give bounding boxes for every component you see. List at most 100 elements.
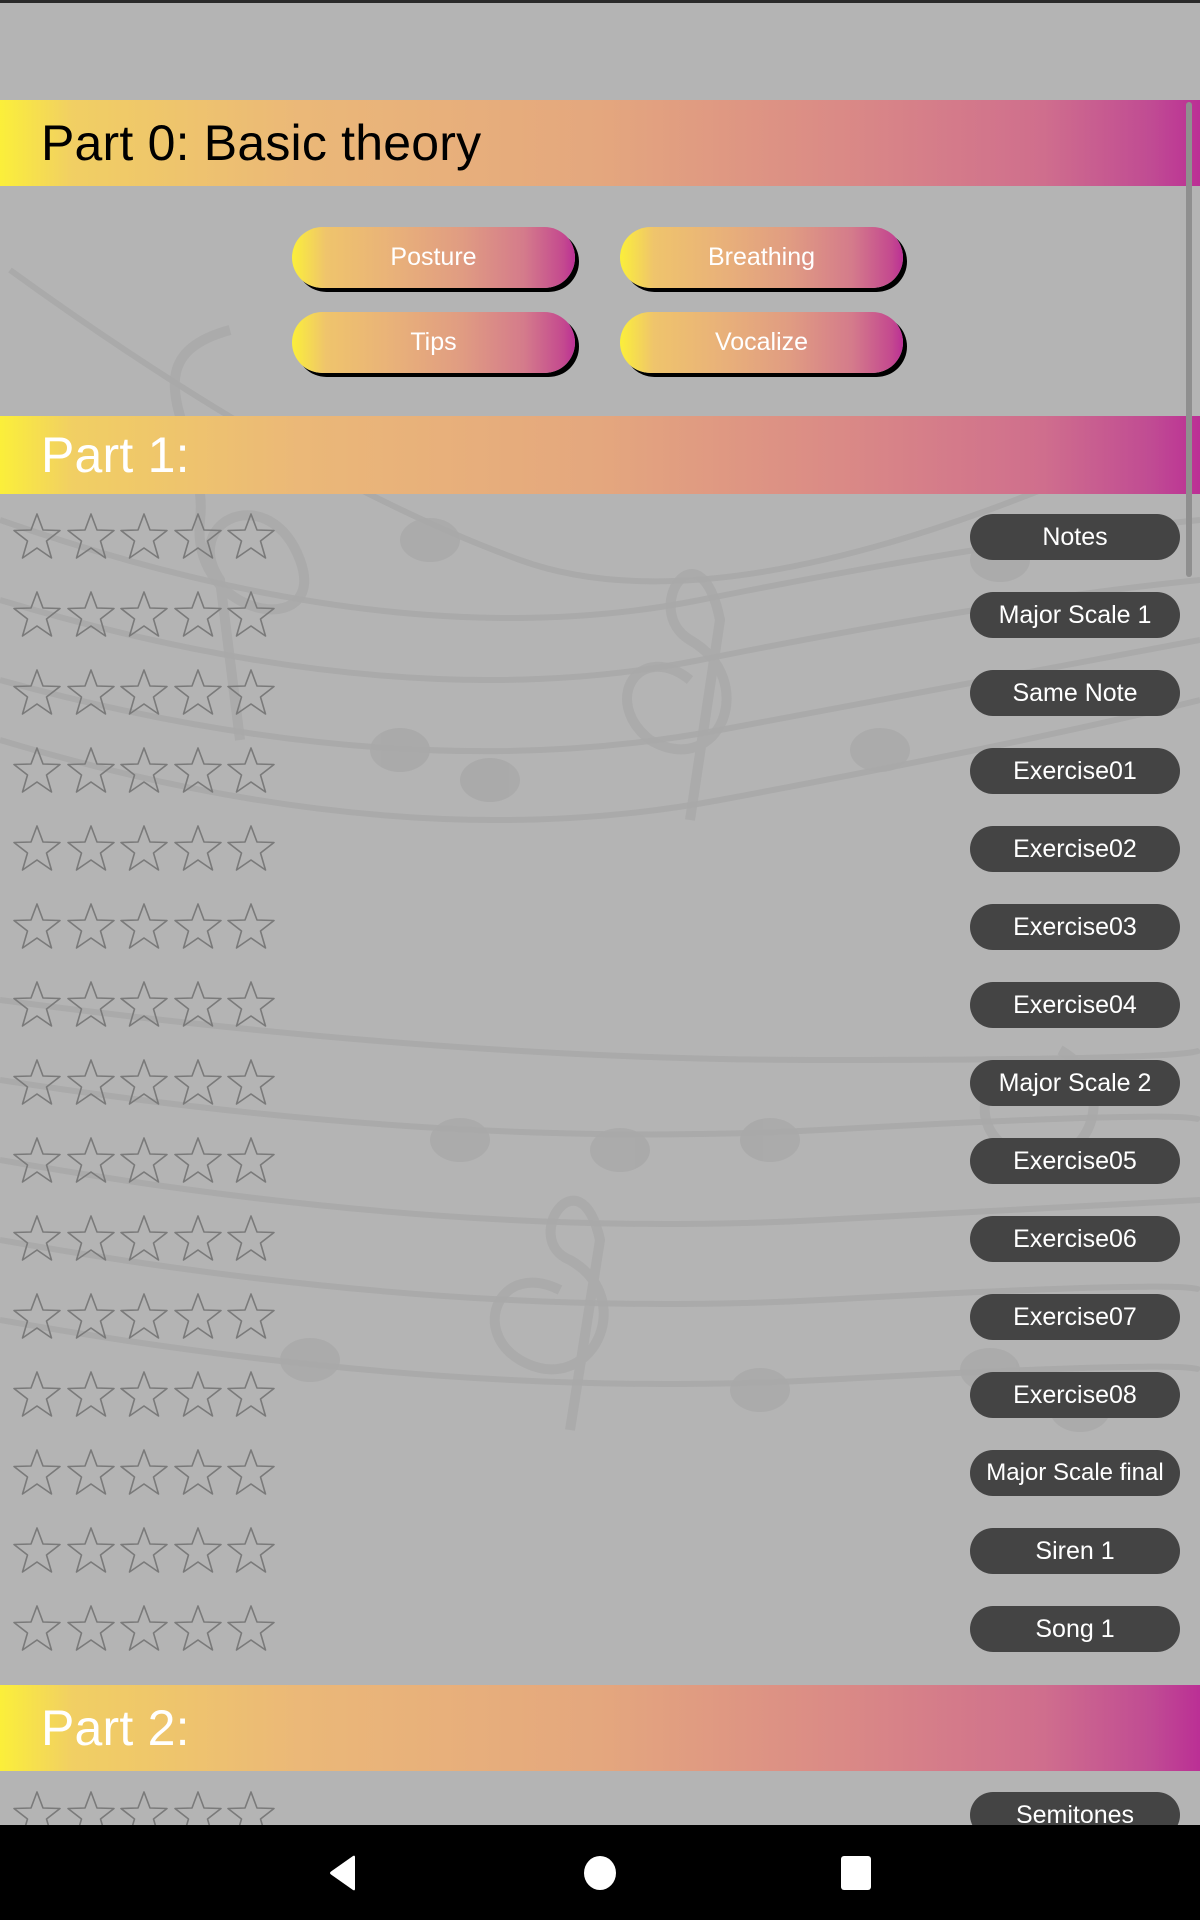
star-rating (12, 667, 280, 717)
star-outline-icon (12, 979, 62, 1029)
star-outline-icon (119, 1291, 169, 1341)
lesson-button[interactable]: Exercise07 (970, 1294, 1180, 1340)
lesson-button[interactable]: Exercise06 (970, 1216, 1180, 1262)
star-outline-icon (173, 823, 223, 873)
lesson-row: Exercise04 (0, 966, 1200, 1044)
nav-back-button[interactable] (313, 1845, 373, 1901)
star-outline-icon (226, 745, 276, 795)
lesson-row: Exercise08 (0, 1356, 1200, 1434)
lesson-row: Exercise03 (0, 888, 1200, 966)
star-outline-icon (12, 745, 62, 795)
tips-button[interactable]: Tips (292, 312, 575, 373)
scrollbar-thumb[interactable] (1186, 102, 1192, 577)
star-outline-icon (12, 1447, 62, 1497)
star-outline-icon (173, 901, 223, 951)
star-outline-icon (226, 1135, 276, 1185)
star-rating (12, 1369, 280, 1419)
star-outline-icon (12, 1603, 62, 1653)
star-outline-icon (12, 1369, 62, 1419)
star-outline-icon (66, 901, 116, 951)
lesson-button[interactable]: Exercise01 (970, 748, 1180, 794)
lesson-row: Exercise05 (0, 1122, 1200, 1200)
star-outline-icon (66, 1525, 116, 1575)
star-outline-icon (12, 1213, 62, 1263)
star-outline-icon (119, 979, 169, 1029)
star-rating (12, 745, 280, 795)
section-title: Part 1: (41, 427, 190, 483)
star-outline-icon (226, 589, 276, 639)
section-title: Part 0: Basic theory (41, 115, 482, 171)
lesson-button[interactable]: Major Scale 1 (970, 592, 1180, 638)
star-outline-icon (119, 1525, 169, 1575)
vocalize-button[interactable]: Vocalize (620, 312, 903, 373)
star-rating (12, 1135, 280, 1185)
star-outline-icon (226, 1525, 276, 1575)
star-outline-icon (119, 1447, 169, 1497)
star-outline-icon (66, 511, 116, 561)
star-outline-icon (226, 1447, 276, 1497)
star-outline-icon (173, 1135, 223, 1185)
star-outline-icon (119, 823, 169, 873)
star-rating (12, 1603, 280, 1653)
lesson-row: Notes (0, 498, 1200, 576)
star-rating (12, 589, 280, 639)
lesson-button[interactable]: Exercise04 (970, 982, 1180, 1028)
section-header-part0: Part 0: Basic theory (0, 100, 1200, 186)
star-outline-icon (12, 1525, 62, 1575)
lesson-row: Exercise07 (0, 1278, 1200, 1356)
lesson-button[interactable]: Major Scale final (970, 1450, 1180, 1496)
star-outline-icon (66, 823, 116, 873)
star-outline-icon (119, 511, 169, 561)
section-title: Part 2: (41, 1700, 190, 1756)
recents-square-icon (841, 1856, 871, 1890)
star-outline-icon (226, 823, 276, 873)
star-rating (12, 823, 280, 873)
lesson-button[interactable]: Notes (970, 514, 1180, 560)
lesson-button[interactable]: Major Scale 2 (970, 1060, 1180, 1106)
lesson-row: Exercise01 (0, 732, 1200, 810)
star-outline-icon (226, 1369, 276, 1419)
lesson-button[interactable]: Exercise08 (970, 1372, 1180, 1418)
star-outline-icon (173, 667, 223, 717)
star-rating (12, 1291, 280, 1341)
star-outline-icon (226, 1057, 276, 1107)
star-outline-icon (66, 1291, 116, 1341)
lesson-button[interactable]: Same Note (970, 670, 1180, 716)
lesson-row: Song 1 (0, 1590, 1200, 1668)
home-circle-icon (584, 1856, 616, 1890)
lesson-button[interactable]: Song 1 (970, 1606, 1180, 1652)
breathing-button[interactable]: Breathing (620, 227, 903, 288)
star-outline-icon (173, 745, 223, 795)
star-outline-icon (226, 901, 276, 951)
star-outline-icon (173, 1291, 223, 1341)
star-outline-icon (226, 979, 276, 1029)
star-outline-icon (12, 667, 62, 717)
lesson-row: Same Note (0, 654, 1200, 732)
nav-recents-button[interactable] (826, 1845, 886, 1901)
lesson-button[interactable]: Exercise02 (970, 826, 1180, 872)
star-outline-icon (173, 1369, 223, 1419)
status-bar (0, 0, 1200, 3)
star-outline-icon (119, 1135, 169, 1185)
star-outline-icon (12, 1291, 62, 1341)
star-outline-icon (66, 1213, 116, 1263)
star-outline-icon (226, 511, 276, 561)
lesson-row: Major Scale 2 (0, 1044, 1200, 1122)
star-rating (12, 1525, 280, 1575)
star-outline-icon (173, 979, 223, 1029)
star-outline-icon (119, 745, 169, 795)
star-outline-icon (119, 901, 169, 951)
star-rating (12, 1447, 280, 1497)
star-outline-icon (12, 1135, 62, 1185)
lesson-button[interactable]: Exercise03 (970, 904, 1180, 950)
posture-button[interactable]: Posture (292, 227, 575, 288)
star-outline-icon (173, 589, 223, 639)
star-outline-icon (119, 1603, 169, 1653)
star-outline-icon (226, 1213, 276, 1263)
lesson-button[interactable]: Exercise05 (970, 1138, 1180, 1184)
star-outline-icon (173, 511, 223, 561)
star-outline-icon (173, 1057, 223, 1107)
star-outline-icon (66, 1369, 116, 1419)
nav-home-button[interactable] (570, 1845, 630, 1901)
lesson-button[interactable]: Siren 1 (970, 1528, 1180, 1574)
